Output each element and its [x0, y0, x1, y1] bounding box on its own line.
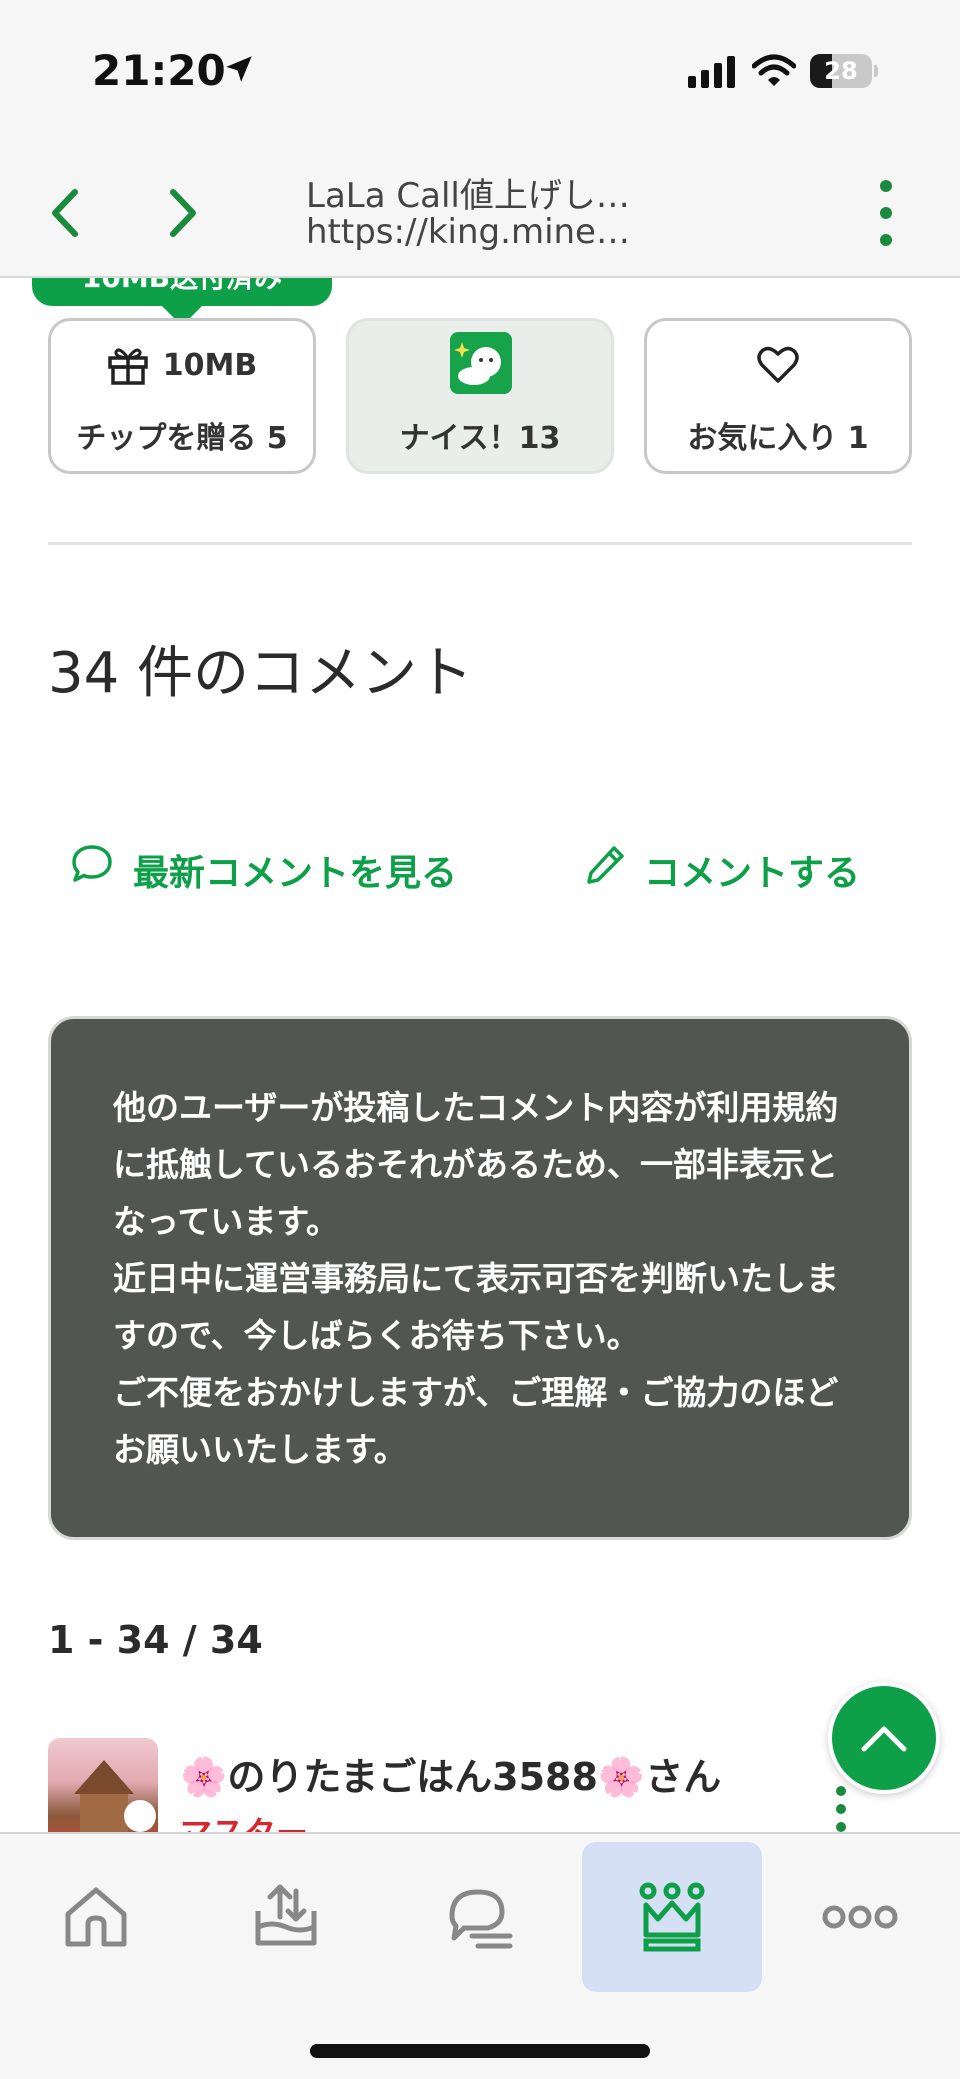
- battery-level: 28: [824, 57, 858, 85]
- kebab-menu-icon: [880, 180, 892, 192]
- cell-signal-icon: [688, 56, 735, 88]
- scroll-to-top-button[interactable]: [828, 1682, 940, 1794]
- comment-menu-button[interactable]: [836, 1786, 848, 1832]
- tab-more[interactable]: [770, 1842, 950, 1992]
- address-bar-url[interactable]: https://king.mine…: [306, 212, 630, 252]
- moderation-notice-text: 他のユーザーが投稿したコメント内容が利用規約に抵触しているおそれがあるため、一部…: [113, 1088, 839, 1469]
- view-latest-comments-label: 最新コメントを見る: [132, 853, 457, 894]
- nice-button[interactable]: ナイス！13: [346, 318, 614, 474]
- page-title[interactable]: LaLa Call値上げし…: [306, 168, 630, 217]
- chevron-right-icon: [170, 189, 196, 237]
- tip-amount: 10MB: [162, 347, 258, 383]
- tip-label: チップを贈る 5: [76, 421, 288, 456]
- chevron-up-icon: [861, 1726, 907, 1752]
- commenter-name[interactable]: 🌸のりたまごはん3588🌸さん: [180, 1746, 721, 1801]
- tip-button[interactable]: 10MB チップを贈る 5: [48, 318, 316, 474]
- tip-sent-badge: 10MB送付済み: [32, 278, 332, 306]
- nice-stamp-icon: [450, 332, 512, 394]
- write-comment-label: コメントする: [644, 853, 861, 894]
- back-button[interactable]: [30, 178, 100, 248]
- tab-upload[interactable]: [196, 1842, 376, 1992]
- crown-icon: [639, 1882, 705, 1952]
- tab-chat[interactable]: [388, 1842, 568, 1992]
- status-time: 21:20: [92, 46, 226, 95]
- wifi-icon: [752, 54, 796, 86]
- tab-ranking[interactable]: [582, 1842, 762, 1992]
- commenter-rank: マスター: [180, 1808, 308, 1832]
- divider: [48, 542, 912, 545]
- favorite-label: お気に入り 1: [687, 421, 869, 456]
- heart-icon: [757, 346, 799, 383]
- battery-icon: 28: [810, 54, 878, 88]
- chat-icon: [449, 1889, 513, 1949]
- page-content: 10MB送付済み 10MB チップを贈る 5 ナイス！13: [0, 278, 960, 1832]
- more-dots-icon: [822, 1905, 898, 1929]
- home-icon: [65, 1887, 127, 1947]
- gift-icon: [108, 348, 148, 385]
- tab-home[interactable]: [6, 1842, 186, 1992]
- forward-button[interactable]: [148, 178, 218, 248]
- upload-icon: [255, 1884, 317, 1946]
- home-indicator[interactable]: [310, 2044, 650, 2058]
- pencil-icon: [587, 846, 624, 884]
- favorite-button[interactable]: お気に入り 1: [644, 318, 912, 474]
- location-arrow-icon: [226, 56, 252, 82]
- comments-heading: 34 件のコメント: [48, 641, 474, 706]
- browser-toolbar: LaLa Call値上げし… https://king.mine…: [0, 150, 960, 278]
- comment-range: 1 - 34 / 34: [48, 1618, 263, 1662]
- status-bar: 21:20 28: [0, 0, 960, 150]
- chevron-left-icon: [52, 189, 78, 237]
- speech-bubble-icon: [72, 845, 112, 882]
- browser-menu-button[interactable]: [868, 178, 904, 248]
- avatar[interactable]: [48, 1738, 158, 1832]
- moderation-notice: 他のユーザーが投稿したコメント内容が利用規約に抵触しているおそれがあるため、一部…: [48, 1016, 912, 1540]
- tab-bar: [0, 1832, 960, 2079]
- nice-label: ナイス！13: [399, 421, 561, 456]
